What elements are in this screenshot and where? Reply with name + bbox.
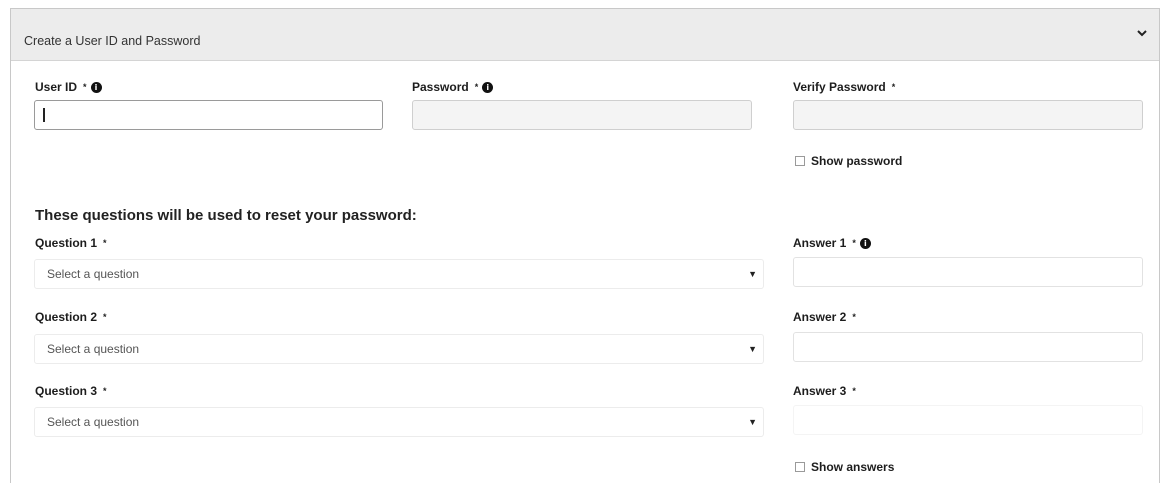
- answer-3-input[interactable]: [793, 405, 1143, 435]
- security-questions-heading: These questions will be used to reset yo…: [35, 207, 417, 224]
- required-marker: *: [891, 82, 896, 92]
- required-marker: *: [103, 386, 107, 396]
- question-1-select[interactable]: Select a question ▼: [34, 259, 764, 289]
- show-answers-toggle[interactable]: Show answers: [795, 460, 894, 474]
- question-3-label: Question 3 *: [35, 384, 107, 398]
- password-input[interactable]: [412, 100, 752, 130]
- question-2-label: Question 2 *: [35, 310, 107, 324]
- show-password-toggle[interactable]: Show password: [795, 154, 902, 168]
- verify-password-label: Verify Password *: [793, 80, 895, 94]
- chevron-down-icon[interactable]: [1131, 22, 1153, 44]
- required-marker: *: [474, 82, 479, 92]
- question-3-selected: Select a question: [47, 415, 140, 429]
- panel-title: Create a User ID and Password: [24, 34, 201, 48]
- info-icon[interactable]: i: [482, 81, 494, 93]
- question-2-label-text: Question 2: [35, 310, 98, 324]
- show-password-checkbox[interactable]: [795, 156, 805, 166]
- question-1-label: Question 1 *: [35, 236, 107, 250]
- show-answers-checkbox[interactable]: [795, 462, 805, 472]
- question-2-select[interactable]: Select a question ▼: [34, 334, 764, 364]
- dropdown-arrow-icon: ▼: [748, 344, 757, 354]
- required-marker: *: [83, 82, 87, 92]
- dropdown-arrow-icon: ▼: [748, 417, 757, 427]
- verify-password-input[interactable]: [793, 100, 1143, 130]
- dropdown-arrow-icon: ▼: [748, 269, 757, 279]
- answer-2-label: Answer 2 *: [793, 310, 856, 324]
- required-marker: *: [852, 386, 856, 396]
- info-icon[interactable]: i: [90, 81, 102, 93]
- password-label-text: Password: [412, 80, 469, 94]
- info-icon[interactable]: i: [859, 237, 871, 249]
- required-marker: *: [852, 238, 856, 248]
- panel-header[interactable]: Create a User ID and Password: [11, 9, 1159, 61]
- question-2-selected: Select a question: [47, 342, 140, 356]
- user-id-label-text: User ID: [35, 80, 78, 94]
- answer-1-label: Answer 1 * i: [793, 236, 871, 250]
- answer-2-label-text: Answer 2: [793, 310, 847, 324]
- answer-3-label: Answer 3 *: [793, 384, 856, 398]
- show-password-label: Show password: [811, 154, 903, 168]
- question-3-select[interactable]: Select a question ▼: [34, 407, 764, 437]
- required-marker: *: [852, 312, 856, 322]
- required-marker: *: [103, 238, 107, 248]
- user-id-input[interactable]: [34, 100, 383, 130]
- answer-1-input[interactable]: [793, 257, 1143, 287]
- answer-3-label-text: Answer 3: [793, 384, 847, 398]
- answer-2-input[interactable]: [793, 332, 1143, 362]
- text-cursor: [43, 108, 45, 122]
- verify-password-label-text: Verify Password: [793, 80, 886, 94]
- password-label: Password * i: [412, 80, 494, 94]
- question-3-label-text: Question 3: [35, 384, 98, 398]
- required-marker: *: [103, 312, 107, 322]
- answer-1-label-text: Answer 1: [793, 236, 847, 250]
- show-answers-label: Show answers: [811, 460, 895, 474]
- question-1-label-text: Question 1: [35, 236, 98, 250]
- user-id-label: User ID * i: [35, 80, 102, 94]
- question-1-selected: Select a question: [47, 267, 140, 281]
